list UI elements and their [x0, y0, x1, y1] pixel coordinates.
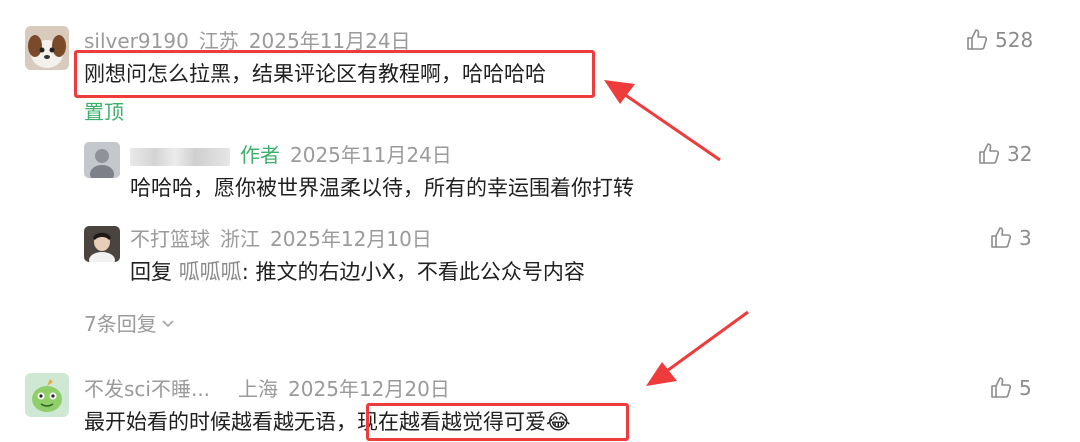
annotation-arrows	[604, 80, 749, 386]
annotation-arrow-icon	[646, 310, 749, 386]
annotation-arrow-icon	[604, 80, 721, 162]
